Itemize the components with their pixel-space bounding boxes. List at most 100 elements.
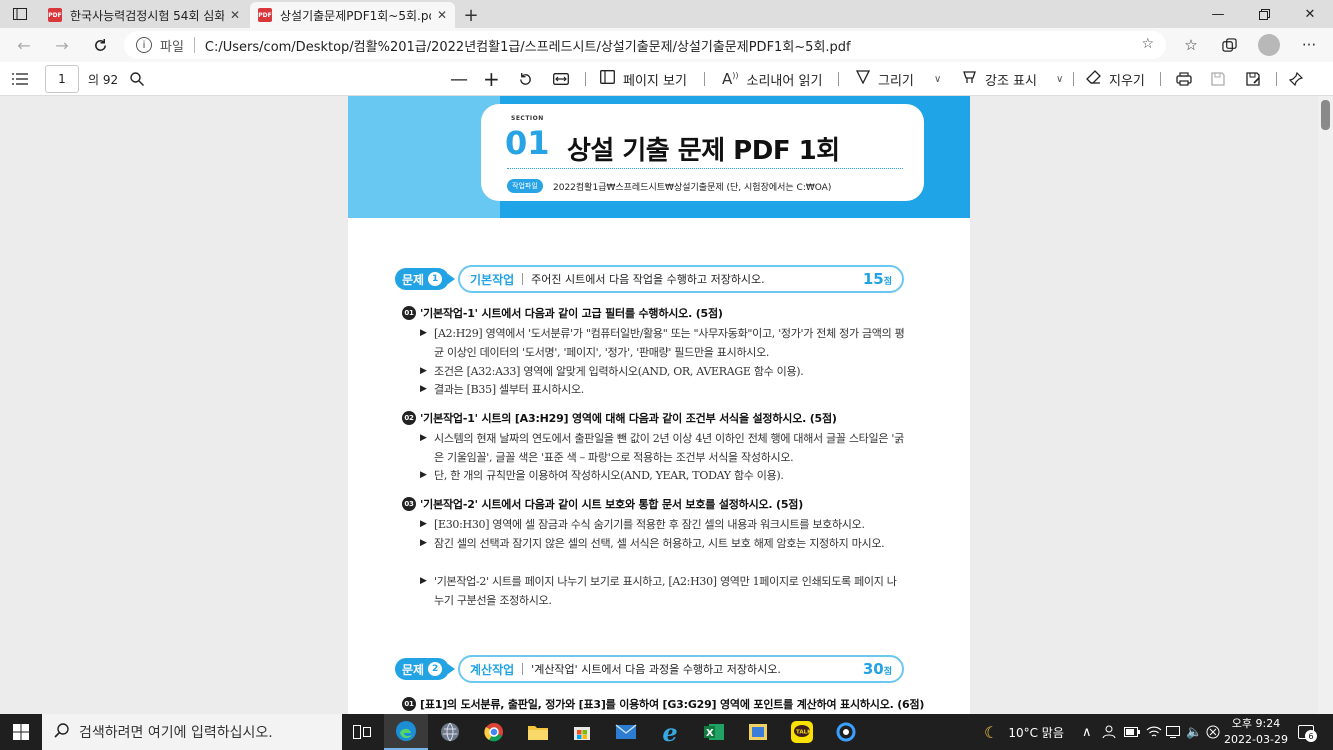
arrow-icon: [448, 664, 455, 674]
page-view-button[interactable]: 페이지 보기: [600, 62, 687, 96]
page-view-icon: [600, 70, 615, 88]
task-title: 02 '기본작업-1' 시트의 [A3:H29] 영역에 대해 다음과 같이 조…: [402, 410, 837, 426]
search-placeholder: 검색하려면 여기에 입력하십시오.: [79, 725, 273, 741]
print-icon[interactable]: [1176, 62, 1192, 96]
rotate-icon[interactable]: [518, 62, 533, 96]
divider: [1276, 72, 1277, 86]
highlight-button[interactable]: 강조 표시: [962, 62, 1037, 96]
draw-label: 그리기: [878, 73, 914, 89]
back-button[interactable]: ←: [10, 32, 38, 58]
windows-start-icon[interactable]: [0, 714, 42, 750]
more-options-icon[interactable]: ···: [1294, 32, 1324, 58]
clock-time: 오후 9:24: [1231, 717, 1281, 730]
url-text: C:/Users/com/Desktop/컴활%201급/2022년컴활1급/스…: [204, 39, 851, 55]
notification-center-icon[interactable]: 6: [1298, 714, 1317, 750]
show-hidden-icons-chevron-up-icon[interactable]: ∧: [1082, 714, 1092, 750]
page-view-label: 페이지 보기: [623, 73, 687, 89]
problem-category: 기본작업: [470, 272, 515, 287]
store-icon[interactable]: [560, 714, 604, 750]
forward-button[interactable]: →: [48, 32, 76, 58]
tab-exam-pdf[interactable]: PDF 상설기출문제PDF1회~5회.pdf ✕: [250, 2, 455, 28]
page-number-input[interactable]: 1: [45, 65, 79, 93]
divider: [585, 72, 586, 86]
save-icon[interactable]: [1211, 62, 1225, 96]
draw-options-chevron-down-icon[interactable]: ∨: [934, 62, 941, 96]
volume-icon[interactable]: 🔈: [1186, 714, 1202, 750]
close-icon[interactable]: ✕: [437, 8, 447, 22]
zoom-out-button[interactable]: —: [450, 62, 468, 96]
problem-badge-label: 문제: [402, 662, 425, 677]
photo-viewer-icon[interactable]: [736, 714, 780, 750]
problem-info-box: 기본작업 주어진 시트에서 다음 작업을 수행하고 저장하시오. 15점: [458, 265, 904, 293]
pdf-viewer[interactable]: SECTION 01 상설 기출 문제 PDF 1회 작업파일 2022컴활1급…: [0, 96, 1318, 714]
read-aloud-label: 소리내어 읽기: [746, 73, 823, 89]
taskbar-search-field[interactable]: 검색하려면 여기에 입력하십시오.: [42, 714, 342, 750]
svg-text:X: X: [706, 728, 714, 739]
internet-explorer-icon[interactable]: e: [648, 714, 692, 750]
highlight-options-chevron-down-icon[interactable]: ∨: [1056, 62, 1063, 96]
tab-strip: PDF 한국사능력검정시험 54회 심화 © ✕ PDF 상설기출문제PDF1회…: [0, 0, 1333, 28]
problem-badge: 문제 1: [395, 268, 450, 290]
section-header-band-accent: [348, 96, 500, 218]
weather-widget[interactable]: ☾ 10°C 맑음: [984, 714, 1064, 750]
add-favorite-icon[interactable]: ☆: [1141, 36, 1154, 52]
save-as-icon[interactable]: [1246, 62, 1261, 96]
vertical-scrollbar[interactable]: [1318, 96, 1333, 714]
pdf-icon: PDF: [48, 8, 62, 22]
chrome-icon[interactable]: [472, 714, 516, 750]
tab-title: 한국사능력검정시험 54회 심화 ©: [70, 8, 224, 23]
collections-icon[interactable]: [1214, 32, 1244, 58]
task-view-icon[interactable]: [340, 714, 384, 750]
divider: [522, 663, 524, 675]
task-number: 01: [402, 306, 416, 320]
highlight-icon: [962, 70, 977, 88]
profile-avatar[interactable]: [1258, 34, 1280, 56]
security-app-icon[interactable]: [824, 714, 868, 750]
tab-korean-history[interactable]: PDF 한국사능력검정시험 54회 심화 © ✕: [40, 2, 248, 28]
problem-info-box: 계산작업 '계산작업' 시트에서 다음 과정을 수행하고 저장하시오. 30점: [458, 655, 904, 683]
tab-actions-icon[interactable]: [0, 0, 40, 28]
problem-badge: 문제 2: [395, 658, 450, 680]
find-icon[interactable]: [130, 62, 144, 96]
restore-button[interactable]: [1241, 0, 1287, 28]
close-window-button[interactable]: ✕: [1287, 0, 1333, 28]
read-aloud-icon: A)): [722, 70, 739, 88]
minimize-button[interactable]: —: [1195, 0, 1241, 28]
favorites-icon[interactable]: ☆: [1176, 32, 1206, 58]
refresh-button[interactable]: [86, 32, 114, 58]
scrollbar-thumb[interactable]: [1321, 100, 1330, 130]
url-field[interactable]: i 파일 C:/Users/com/Desktop/컴활%201급/2022년컴…: [124, 31, 1166, 59]
globe-app-icon[interactable]: [428, 714, 472, 750]
close-icon[interactable]: ✕: [230, 8, 240, 22]
read-aloud-button[interactable]: A)) 소리내어 읽기: [722, 62, 822, 96]
info-icon[interactable]: i: [136, 37, 152, 53]
table-of-contents-icon[interactable]: [12, 62, 28, 96]
problem-score: 30점: [862, 660, 892, 678]
draw-button[interactable]: 그리기: [855, 62, 914, 96]
highlight-label: 강조 표시: [985, 73, 1037, 89]
pin-icon[interactable]: [1289, 62, 1303, 96]
excel-icon[interactable]: X: [692, 714, 736, 750]
wifi-icon[interactable]: [1146, 714, 1162, 750]
battery-icon[interactable]: [1124, 714, 1140, 750]
task-bullet: 조건은 [A32:A33] 영역에 알맞게 입력하시오(AND, OR, AVE…: [420, 362, 906, 381]
problem-badge-label: 문제: [402, 272, 425, 287]
zoom-in-button[interactable]: +: [483, 62, 500, 96]
kakaotalk-icon[interactable]: TALK: [780, 714, 824, 750]
erase-button[interactable]: 지우기: [1086, 62, 1145, 96]
section-number: 01: [505, 124, 550, 162]
fit-width-icon[interactable]: [553, 62, 569, 96]
file-explorer-icon[interactable]: [516, 714, 560, 750]
display-icon[interactable]: [1166, 714, 1180, 750]
edge-browser-icon[interactable]: [384, 714, 428, 750]
new-tab-button[interactable]: +: [458, 2, 484, 28]
section-label: SECTION: [511, 115, 544, 122]
people-icon[interactable]: [1102, 714, 1116, 750]
pdf-icon: PDF: [258, 8, 272, 22]
divider: [1160, 72, 1161, 86]
system-clock[interactable]: 오후 9:24 2022-03-29: [1224, 716, 1288, 748]
url-scheme: 파일: [160, 39, 184, 55]
svg-text:TALK: TALK: [796, 730, 812, 736]
mail-icon[interactable]: [604, 714, 648, 750]
no-sound-icon[interactable]: [1206, 714, 1220, 750]
